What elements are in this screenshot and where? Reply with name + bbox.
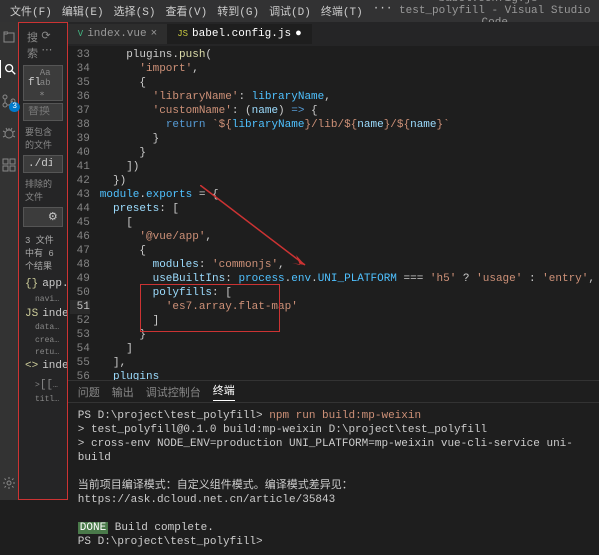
debug-icon[interactable] <box>0 124 18 142</box>
include-input[interactable] <box>28 158 52 170</box>
extensions-icon[interactable] <box>0 156 18 174</box>
menu-item[interactable]: 文件(F) <box>6 2 56 20</box>
highlight-box <box>140 284 280 332</box>
search-options[interactable]: Aa ab ⁎ <box>40 68 58 98</box>
menu-bar[interactable]: 文件(F)编辑(E)选择(S)查看(V)转到(G)调试(D)终端(T)··· <box>6 2 397 20</box>
terminal-tab[interactable]: 输出 <box>112 384 134 400</box>
line-gutter: 3334353637383940414243444546474849505152… <box>68 46 96 380</box>
settings-icon[interactable] <box>0 474 18 492</box>
terminal-tab[interactable]: 终端 <box>213 382 235 401</box>
replace-input[interactable] <box>28 106 52 118</box>
search-header: 搜索 <box>27 29 41 61</box>
menu-item[interactable]: 转到(G) <box>213 2 263 20</box>
refresh-icon[interactable]: ⟳ ⋯ <box>41 29 58 61</box>
result-summary: 3 文件中有 6 个结果 <box>23 229 63 276</box>
search-icon[interactable] <box>0 60 17 78</box>
editor-tabs: Vindex.vue×JSbabel.config.js● <box>68 22 599 46</box>
terminal-tab[interactable]: 调试控制台 <box>146 384 201 400</box>
include-label: 要包含的文件 <box>23 123 63 153</box>
result-line[interactable]: data:function(){return{hasFlatMap:!1,tit… <box>23 322 63 333</box>
menu-item[interactable]: 选择(S) <box>110 2 160 20</box>
explorer-icon[interactable] <box>0 28 18 46</box>
scm-icon[interactable]: 3 <box>0 92 18 110</box>
menu-item[interactable]: 编辑(E) <box>58 2 108 20</box>
search-panel: 搜索⟳ ⋯ Aa ab ⁎ 要包含的文件 排除的文件 ⚙ 3 文件中有 6 个结… <box>18 22 68 500</box>
result-file[interactable]: JSindex.js dist\build\mp-weixin\pages\in… <box>23 306 63 322</box>
terminal-panel: 问题输出调试控制台终端 PS D:\project\test_polyfill>… <box>68 380 599 500</box>
result-file[interactable]: {}app.json dist\build\mp-weixin1 <box>23 276 63 292</box>
menu-item[interactable]: 查看(V) <box>161 2 211 20</box>
menu-item[interactable]: 调试(D) <box>265 2 315 20</box>
search-input[interactable] <box>28 68 40 98</box>
editor-tab[interactable]: JSbabel.config.js● <box>167 24 311 44</box>
terminal-body[interactable]: PS D:\project\test_polyfill> npm run bui… <box>68 403 599 555</box>
gear-icon[interactable]: ⚙ <box>48 210 58 224</box>
result-file[interactable]: <>index.wxml dist\build\mp-weixin\pages\… <box>23 358 63 374</box>
scm-badge: 3 <box>9 102 20 112</box>
terminal-tabs[interactable]: 问题输出调试控制台终端 <box>68 381 599 403</box>
exclude-label: 排除的文件 <box>23 175 63 205</box>
result-line[interactable]: navigationBarTitleText": "测试flatMap", <box>23 292 63 306</box>
menu-item[interactable]: 终端(T) <box>317 2 367 20</box>
activity-bar: 3 <box>0 22 18 500</box>
result-line[interactable]: return !}catch(t){this.hasFlatMap=!1,con… <box>23 347 63 358</box>
editor-tab[interactable]: Vindex.vue× <box>68 24 167 44</box>
result-line[interactable]: >[["].flatMap功能"+(hasFlatMap?… <box>23 374 63 392</box>
exclude-input[interactable] <box>28 210 48 224</box>
result-line[interactable]: title">[["].flatMap功能"+(hasFlatMap?"正常":… <box>23 392 63 406</box>
menu-item[interactable]: ··· <box>369 2 397 20</box>
terminal-tab[interactable]: 问题 <box>78 384 100 400</box>
result-line[interactable]: created:function(){try{[].flatMap(functi… <box>23 333 63 347</box>
